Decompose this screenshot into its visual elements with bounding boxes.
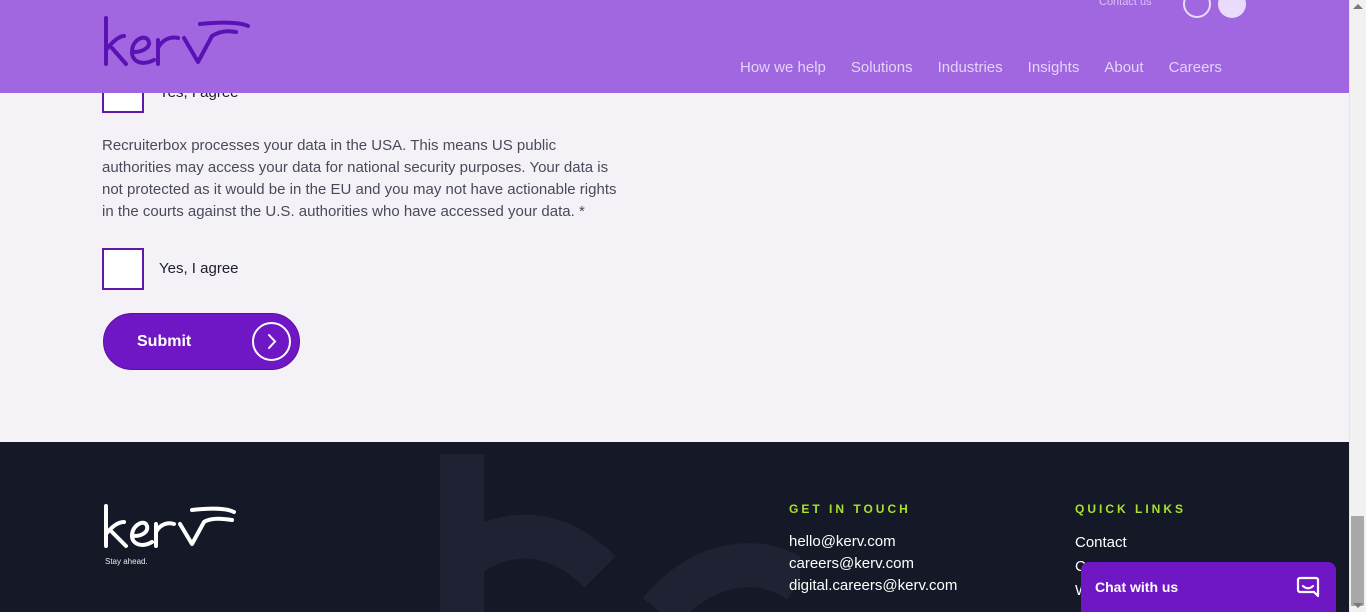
chat-widget-button[interactable]: Chat with us xyxy=(1081,562,1336,612)
chat-label: Chat with us xyxy=(1095,579,1179,595)
email-careers-link[interactable]: careers@kerv.com xyxy=(789,555,914,572)
get-in-touch-heading: GET IN TOUCH xyxy=(789,502,911,516)
kerv-footer-logo[interactable] xyxy=(102,502,237,554)
nav-about[interactable]: About xyxy=(1104,59,1143,76)
quick-link-contact[interactable]: Contact xyxy=(1075,534,1127,551)
chevron-right-icon xyxy=(252,322,291,361)
search-icon[interactable] xyxy=(1183,0,1211,18)
kerv-watermark-icon xyxy=(440,454,800,612)
kerv-logo[interactable] xyxy=(100,14,250,72)
submit-button[interactable]: Submit xyxy=(103,313,300,370)
scrollbar-thumb[interactable] xyxy=(1351,516,1364,606)
submit-label: Submit xyxy=(137,333,192,350)
chat-bubble-icon xyxy=(1296,576,1320,598)
user-account-icon[interactable] xyxy=(1218,0,1246,18)
email-hello-link[interactable]: hello@kerv.com xyxy=(789,533,896,550)
nav-how-we-help[interactable]: How we help xyxy=(740,59,826,76)
footer-tagline: Stay ahead. xyxy=(105,557,148,566)
consent-text: Recruiterbox processes your data in the … xyxy=(102,137,617,220)
nav-insights[interactable]: Insights xyxy=(1028,59,1080,76)
email-digital-careers-link[interactable]: digital.careers@kerv.com xyxy=(789,577,957,594)
agree-label-2: Yes, I agree xyxy=(159,260,239,277)
main-nav: How we help Solutions Industries Insight… xyxy=(740,59,1247,76)
scroll-down-arrow-icon[interactable] xyxy=(1353,603,1363,608)
scroll-up-arrow-icon[interactable] xyxy=(1353,4,1363,9)
nav-careers[interactable]: Careers xyxy=(1169,59,1222,76)
site-header: Contact us How we help Solutions Industr… xyxy=(0,0,1349,93)
nav-industries[interactable]: Industries xyxy=(938,59,1003,76)
contact-us-link[interactable]: Contact us xyxy=(1099,0,1152,8)
nav-solutions[interactable]: Solutions xyxy=(851,59,913,76)
agree-checkbox-2[interactable] xyxy=(102,248,144,290)
quick-links-heading: QUICK LINKS xyxy=(1075,502,1186,516)
